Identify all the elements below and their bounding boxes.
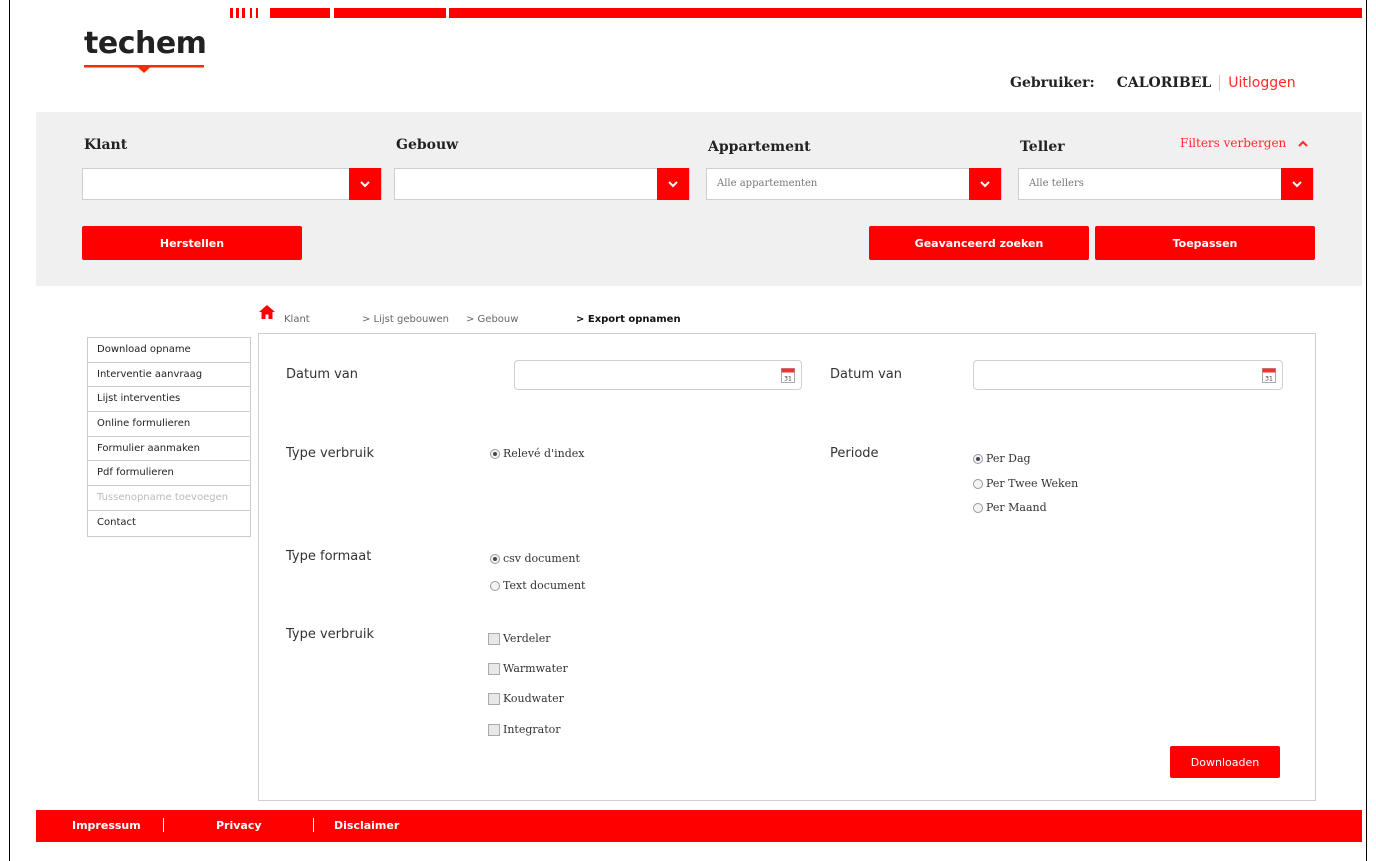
radio-per-dag[interactable]: Per Dag xyxy=(973,452,1031,465)
sidebar-item-pdf-formulieren[interactable]: Pdf formulieren xyxy=(88,461,250,487)
type-usage-label: Type verbruik xyxy=(286,446,375,461)
appartement-select-value: Alle appartementen xyxy=(717,178,818,189)
radio-per-twee-weken[interactable]: Per Twee Weken xyxy=(973,477,1078,490)
user-bar: Gebruiker: CALORIBEL Uitloggen xyxy=(1010,75,1296,91)
radio-label: Per Twee Weken xyxy=(986,477,1079,490)
footer-link-disclaimer[interactable]: Disclaimer xyxy=(334,819,399,832)
sidebar-item-contact[interactable]: Contact xyxy=(88,511,250,536)
calendar-icon[interactable]: 31 xyxy=(781,367,795,383)
filter-label-klant: Klant xyxy=(84,137,128,153)
footer-link-impressum[interactable]: Impressum xyxy=(72,819,141,832)
chevron-up-icon xyxy=(1298,140,1308,147)
sidebar-menu: Download opname Interventie aanvraag Lij… xyxy=(87,337,251,537)
radio-button[interactable] xyxy=(490,580,500,591)
techem-logo[interactable]: techem xyxy=(84,26,224,76)
breadcrumb-home[interactable]: Klant xyxy=(284,314,310,325)
chevron-down-icon[interactable] xyxy=(657,168,689,200)
breadcrumb-current: > Export opnamen xyxy=(576,314,681,325)
logout-link[interactable]: Uitloggen xyxy=(1228,75,1295,91)
radio-per-maand[interactable]: Per Maand xyxy=(973,501,1047,514)
checkbox-koudwater[interactable]: Koudwater xyxy=(488,692,564,705)
checkbox-verdeler[interactable]: Verdeler xyxy=(488,632,551,645)
radio-label: Per Dag xyxy=(986,452,1031,465)
sidebar-item-online-formulieren[interactable]: Online formulieren xyxy=(88,412,250,437)
home-icon[interactable] xyxy=(258,304,276,320)
apply-button[interactable]: Toepassen xyxy=(1095,226,1315,260)
klant-select[interactable] xyxy=(82,168,382,200)
radio-text-document[interactable]: Text document xyxy=(490,579,585,592)
sidebar-item-formulier-aanmaken[interactable]: Formulier aanmaken xyxy=(88,437,250,462)
footer-bar: Impressum Privacy Disclaimer xyxy=(36,810,1362,842)
footer-divider xyxy=(313,818,314,832)
user-name: CALORIBEL xyxy=(1117,75,1221,91)
breadcrumb-buildings[interactable]: > Lijst gebouwen xyxy=(362,314,449,325)
advanced-search-button[interactable]: Geavanceerd zoeken xyxy=(869,226,1089,260)
radio-button[interactable] xyxy=(973,502,983,513)
chevron-down-icon[interactable] xyxy=(349,168,381,200)
footer-divider xyxy=(163,818,164,832)
checkbox[interactable] xyxy=(488,662,500,675)
teller-select-value: Alle tellers xyxy=(1029,178,1084,189)
radio-button[interactable] xyxy=(973,478,983,489)
sidebar-item-tussenopname-toevoegen: Tussenopname toevoegen xyxy=(88,486,250,511)
window-border-right xyxy=(1366,0,1367,861)
filters-toggle-label: Filters verbergen xyxy=(1180,136,1287,150)
calendar-day: 31 xyxy=(1265,376,1273,383)
gebouw-select[interactable] xyxy=(394,168,690,200)
top-decor-bar xyxy=(230,8,1362,18)
logo-swoosh-icon xyxy=(84,65,204,73)
type-usage-label-2: Type verbruik xyxy=(286,627,375,642)
checkbox[interactable] xyxy=(488,692,500,705)
radio-releve-index[interactable]: Relevé d'index xyxy=(490,447,584,460)
reset-button[interactable]: Herstellen xyxy=(82,226,302,260)
export-form-panel xyxy=(258,333,1316,801)
checkbox-label: Verdeler xyxy=(503,632,551,645)
radio-button[interactable] xyxy=(490,448,500,459)
radio-label: Relevé d'index xyxy=(503,447,585,460)
checkbox-warmwater[interactable]: Warmwater xyxy=(488,662,568,675)
download-button[interactable]: Downloaden xyxy=(1170,746,1280,778)
date-from-input[interactable]: 31 xyxy=(514,360,802,390)
chevron-down-icon[interactable] xyxy=(1281,168,1313,200)
filter-label-teller: Teller xyxy=(1020,139,1065,155)
user-label: Gebruiker: xyxy=(1010,75,1095,91)
format-label: Type formaat xyxy=(286,549,372,564)
calendar-icon[interactable]: 31 xyxy=(1262,367,1276,383)
radio-label: Text document xyxy=(503,579,586,592)
sidebar-item-lijst-interventies[interactable]: Lijst interventies xyxy=(88,387,250,413)
radio-label: csv document xyxy=(503,552,580,565)
checkbox-label: Warmwater xyxy=(503,662,568,675)
appartement-select[interactable]: Alle appartementen xyxy=(706,168,1002,200)
checkbox-integrator[interactable]: Integrator xyxy=(488,723,561,736)
checkbox-label: Integrator xyxy=(503,723,561,736)
checkbox-label: Koudwater xyxy=(503,692,564,705)
checkbox[interactable] xyxy=(488,723,500,736)
filter-label-appartement: Appartement xyxy=(708,139,811,155)
calendar-day: 31 xyxy=(784,376,792,383)
radio-button[interactable] xyxy=(973,453,983,464)
filters-toggle[interactable]: Filters verbergen xyxy=(1180,136,1308,150)
radio-button[interactable] xyxy=(490,553,500,564)
period-label: Periode xyxy=(830,446,879,461)
sidebar-item-interventie-aanvraag[interactable]: Interventie aanvraag xyxy=(88,363,250,388)
footer-link-privacy[interactable]: Privacy xyxy=(216,819,262,832)
logo-text: techem xyxy=(84,26,207,61)
teller-select[interactable]: Alle tellers xyxy=(1018,168,1314,200)
radio-csv-document[interactable]: csv document xyxy=(490,552,580,565)
sidebar-item-download-opname[interactable]: Download opname xyxy=(88,338,250,363)
filter-label-gebouw: Gebouw xyxy=(396,137,459,153)
chevron-down-icon[interactable] xyxy=(969,168,1001,200)
checkbox[interactable] xyxy=(488,632,500,645)
window-border-left xyxy=(9,0,10,861)
date-from-label: Datum van xyxy=(286,367,359,382)
breadcrumb-building[interactable]: > Gebouw xyxy=(466,314,518,325)
date-to-input[interactable]: 31 xyxy=(973,360,1283,390)
radio-label: Per Maand xyxy=(986,501,1047,514)
date-to-label: Datum van xyxy=(830,367,903,382)
